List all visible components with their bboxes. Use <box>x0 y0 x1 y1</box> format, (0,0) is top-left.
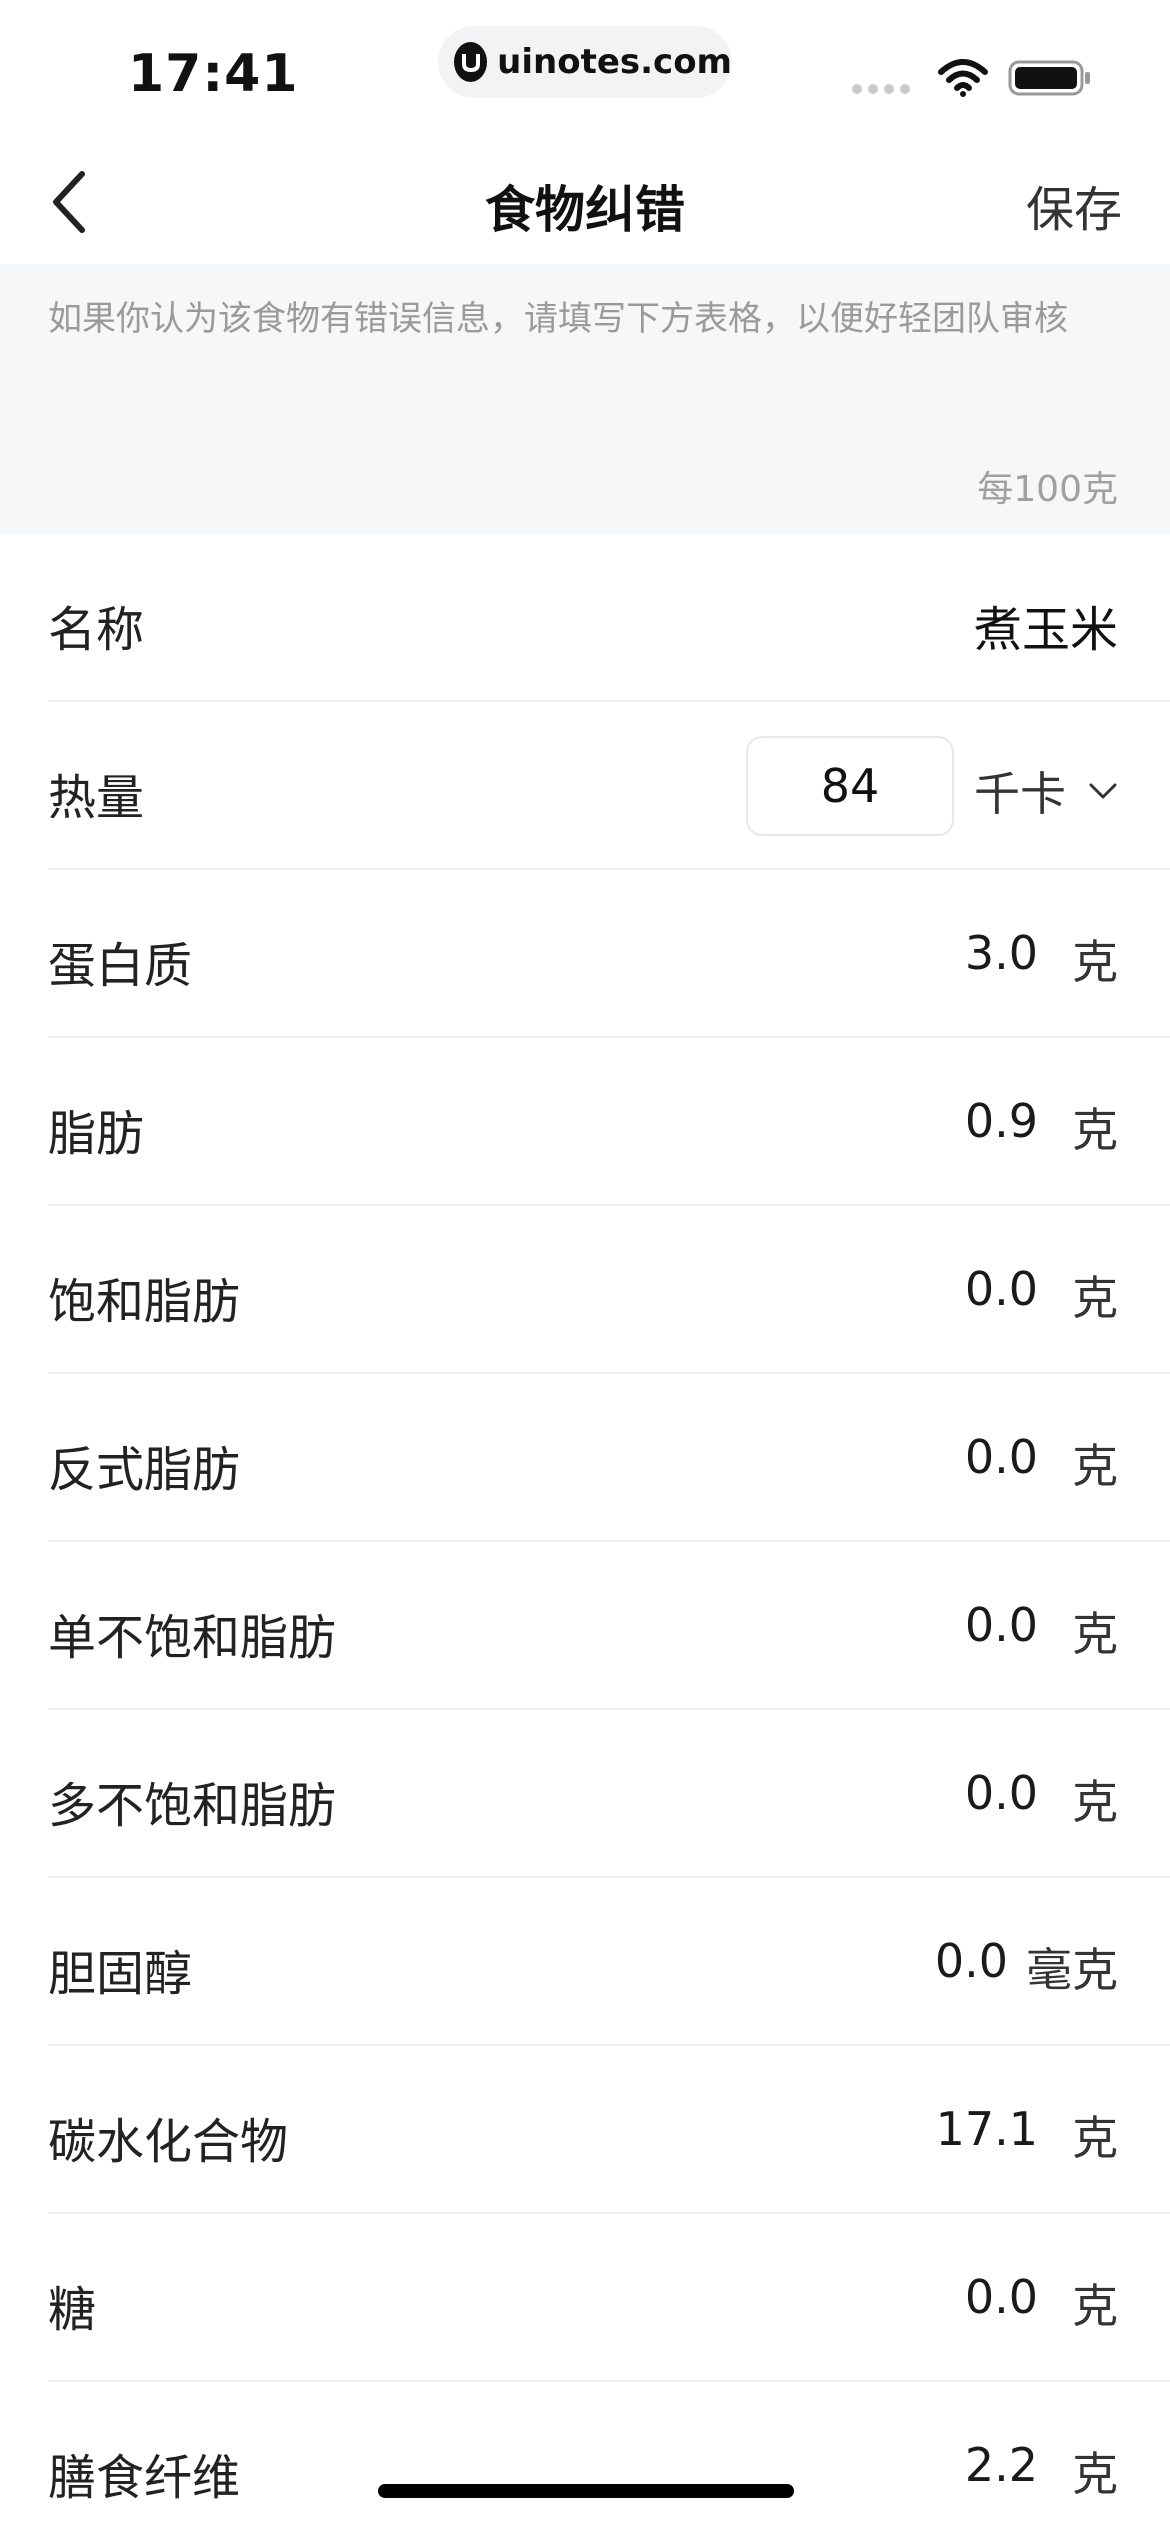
form-row-dietary-fiber[interactable]: 膳食纤维 2.2 克 <box>48 2382 1170 2532</box>
form-row-sugar[interactable]: 糖 0.0 克 <box>48 2214 1170 2382</box>
row-label: 多不饱和脂肪 <box>48 1778 337 1834</box>
site-logo-icon <box>454 42 488 82</box>
form-row-name[interactable]: 名称 煮玉米 <box>48 534 1170 702</box>
row-unit: 克 <box>1072 1103 1118 1157</box>
row-unit: 克 <box>1072 1775 1118 1829</box>
row-label: 糖 <box>48 2282 97 2338</box>
chevron-down-icon <box>1089 783 1117 799</box>
row-label: 胆固醇 <box>48 1946 193 2002</box>
form-row-polyunsaturated-fat[interactable]: 多不饱和脂肪 0.0 克 <box>48 1710 1170 1878</box>
row-unit: 克 <box>1072 2111 1118 2165</box>
notice-panel: 如果你认为该食物有错误信息，请填写下方表格，以便好轻团队审核 每100克 <box>0 264 1170 534</box>
row-label: 饱和脂肪 <box>48 1274 241 1330</box>
form-row-cholesterol[interactable]: 胆固醇 0.0 毫克 <box>48 1878 1170 2046</box>
row-label: 脂肪 <box>48 1106 145 1162</box>
row-label: 膳食纤维 <box>48 2450 241 2506</box>
form-row-carbohydrate[interactable]: 碳水化合物 17.1 克 <box>48 2046 1170 2214</box>
row-unit: 克 <box>1072 935 1118 989</box>
row-value[interactable]: 0.0 <box>965 2270 1038 2324</box>
status-bar: 17:41 uinotes.com <box>0 0 1170 140</box>
row-value[interactable]: 0.0 <box>965 1766 1038 1820</box>
form-row-calories: 热量 千卡 <box>48 702 1170 870</box>
wifi-icon <box>938 59 988 97</box>
row-value[interactable]: 0.0 <box>965 1430 1038 1484</box>
notice-text: 如果你认为该食物有错误信息，请填写下方表格，以便好轻团队审核 <box>48 299 1068 339</box>
row-unit: 克 <box>1072 2447 1118 2501</box>
save-button[interactable]: 保存 <box>1026 170 1122 240</box>
battery-icon <box>1008 60 1090 96</box>
nav-bar: 食物纠错 保存 <box>0 140 1170 264</box>
signal-icon <box>852 84 910 94</box>
food-name-value[interactable]: 煮玉米 <box>974 590 1118 660</box>
row-unit: 克 <box>1072 1607 1118 1661</box>
row-label: 蛋白质 <box>48 938 193 994</box>
row-label: 名称 <box>48 602 145 658</box>
page-title: 食物纠错 <box>485 181 685 239</box>
row-value[interactable]: 0.0 <box>965 1598 1038 1652</box>
calorie-input[interactable] <box>746 736 954 836</box>
url-pill[interactable]: uinotes.com <box>438 26 732 98</box>
row-unit: 克 <box>1072 1439 1118 1493</box>
row-label: 反式脂肪 <box>48 1442 241 1498</box>
calorie-unit-label: 千卡 <box>974 767 1066 821</box>
nutrition-form: 名称 煮玉米 热量 千卡 蛋白质 3.0 克 脂肪 0.9 克 饱和脂肪 0 <box>0 534 1170 2532</box>
row-value[interactable]: 17.1 <box>936 2102 1038 2156</box>
calorie-unit-select[interactable]: 千卡 <box>974 758 1118 824</box>
form-row-saturated-fat[interactable]: 饱和脂肪 0.0 克 <box>48 1206 1170 1374</box>
unit-note: 每100克 <box>977 469 1118 510</box>
home-indicator <box>378 2484 794 2498</box>
app-root: 17:41 uinotes.com 食物纠错 保存 如果你认为该食物有错误信息，… <box>0 0 1170 2532</box>
row-unit: 克 <box>1072 2279 1118 2333</box>
row-value[interactable]: 0.0 <box>935 1934 1008 1988</box>
row-value[interactable]: 3.0 <box>965 926 1038 980</box>
row-unit: 克 <box>1072 1271 1118 1325</box>
row-label: 碳水化合物 <box>48 2114 289 2170</box>
row-value[interactable]: 0.9 <box>965 1094 1038 1148</box>
status-time: 17:41 <box>128 44 299 104</box>
row-label: 热量 <box>48 770 145 826</box>
url-text: uinotes.com <box>497 42 732 82</box>
form-row-monounsaturated-fat[interactable]: 单不饱和脂肪 0.0 克 <box>48 1542 1170 1710</box>
row-value[interactable]: 2.2 <box>965 2438 1038 2492</box>
row-value[interactable]: 0.0 <box>965 1262 1038 1316</box>
form-row-protein[interactable]: 蛋白质 3.0 克 <box>48 870 1170 1038</box>
row-unit: 毫克 <box>1026 1943 1118 1997</box>
form-row-fat[interactable]: 脂肪 0.9 克 <box>48 1038 1170 1206</box>
form-row-trans-fat[interactable]: 反式脂肪 0.0 克 <box>48 1374 1170 1542</box>
row-label: 单不饱和脂肪 <box>48 1610 337 1666</box>
